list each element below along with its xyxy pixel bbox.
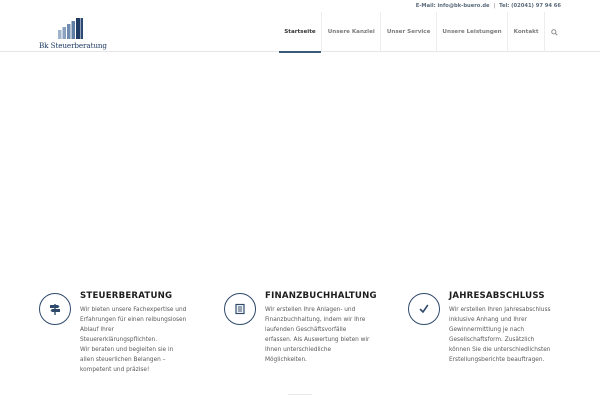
logo-bar-4 xyxy=(71,21,75,39)
signpost-icon xyxy=(50,304,60,315)
feature-text: Wir bieten unsere Fachexpertise und Erfa… xyxy=(80,305,192,375)
site-logo[interactable]: Bk Steuerberatung xyxy=(39,17,109,50)
search-button[interactable] xyxy=(544,12,562,52)
feature-text-line: laufenden Geschäftsvorfälle xyxy=(265,327,347,333)
feature-text: Wir erstellen Ihren Jahresabschluss inkl… xyxy=(449,305,561,365)
feature-text-line: inklusive Anhang und Ihrer xyxy=(449,317,527,323)
nav-item-unsere-leistungen[interactable]: Unsere Leistungen xyxy=(435,12,507,52)
site-header: Bk Steuerberatung Startseite Unsere Kanz… xyxy=(0,12,600,53)
feature-text-line: Gewinnermittlung je nach xyxy=(449,327,524,333)
contact-info: E-Mail: info@bk-buero.de | Tel: (02041) … xyxy=(416,3,561,9)
feature-text-line: Ihnen unterschiedliche xyxy=(265,347,332,353)
feature-text: Wir erstellen Ihre Anlagen- und Finanzbu… xyxy=(265,305,377,365)
nav-item-unser-service[interactable]: Unser Service xyxy=(380,12,436,52)
features-section: STEUERBERATUNG Wir bieten unsere Fachexp… xyxy=(0,287,600,387)
feature-text-line: allen steuerlichen Belangen – xyxy=(80,357,166,363)
feature-text-line: Gesellschaftsform. Zusätzlich xyxy=(449,337,535,343)
hero-slider-area xyxy=(0,53,600,263)
logo-bar-6 xyxy=(80,18,83,39)
feature-text-line: Erstellungsberichte beauftragen. xyxy=(449,357,545,363)
feature-text-line: Wir beraten und begleiten sie in xyxy=(80,347,174,353)
feature-text-line: Wir erstellen Ihre Anlagen- und xyxy=(265,307,356,313)
feature-title: JAHRESABSCHLUSS xyxy=(449,291,545,301)
contact-separator: | xyxy=(493,3,496,9)
feature-text-line: kompetent und präzise! xyxy=(80,367,150,373)
nav-item-unsere-kanzlei[interactable]: Unsere Kanzlei xyxy=(321,12,380,52)
logo-bar-1 xyxy=(58,30,62,39)
feature-text-line: Ablauf Ihrer xyxy=(80,327,114,333)
logo-text: Bk Steuerberatung xyxy=(39,41,107,50)
phone-link[interactable]: Tel: (02041) 97 94 66 xyxy=(499,3,561,9)
logo-bars-icon xyxy=(58,18,83,39)
logo-bar-5 xyxy=(76,18,80,39)
checkmark-icon xyxy=(419,304,429,313)
nav-item-label: Unser Service xyxy=(386,29,431,35)
nav-item-label: Unsere Leistungen xyxy=(442,29,502,35)
feature-text-line: erfassen. Als Auswertung bieten wir xyxy=(265,337,370,343)
feature-icon-circle xyxy=(39,293,71,325)
feature-text-line: können Sie die unterschiedlichsten xyxy=(449,347,551,353)
feature-icon-circle xyxy=(408,293,440,325)
logo-bar-2 xyxy=(62,27,66,39)
logo-bar-3 xyxy=(67,24,71,39)
search-icon xyxy=(551,28,558,36)
email-link[interactable]: E-Mail: info@bk-buero.de xyxy=(416,3,490,9)
feature-text-line: Erfahrungen für einen reibungslosen xyxy=(80,317,187,323)
nav-item-startseite[interactable]: Startseite xyxy=(278,12,322,53)
feature-text-line: Wir erstellen Ihren Jahresabschluss xyxy=(449,307,551,313)
feature-icon-circle xyxy=(224,293,256,325)
feature-title: STEUERBERATUNG xyxy=(80,291,173,301)
nav-item-label: Kontakt xyxy=(513,29,539,35)
feature-text-line: Möglichkeiten. xyxy=(265,357,307,363)
feature-text-line: Finanzbuchhaltung, indem wir Ihre xyxy=(265,317,366,323)
nav-item-label: Unsere Kanzlei xyxy=(327,29,375,35)
nav-item-kontakt[interactable]: Kontakt xyxy=(507,12,544,52)
main-navigation: Startseite Unsere Kanzlei Unser Service … xyxy=(278,12,562,53)
feature-text-line: Steuererklärungspflichten. xyxy=(80,337,158,343)
document-icon xyxy=(235,303,245,315)
feature-text-line: Wir bieten unsere Fachexpertise und xyxy=(80,307,187,313)
top-contact-bar: E-Mail: info@bk-buero.de | Tel: (02041) … xyxy=(0,0,600,12)
feature-title: FINANZBUCHHALTUNG xyxy=(265,291,377,301)
section-divider xyxy=(288,394,312,395)
nav-item-label: Startseite xyxy=(284,29,316,35)
